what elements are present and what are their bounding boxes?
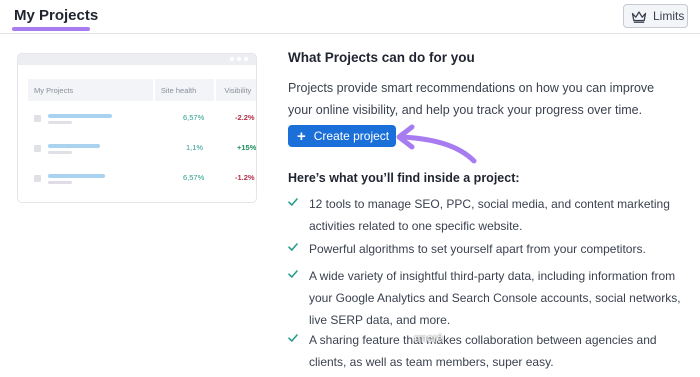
row-checkbox — [34, 175, 41, 182]
preview-table-header: My Projects Site health Visibility — [28, 79, 256, 101]
feature-item: Powerful algorithms to set yourself apar… — [288, 238, 688, 260]
create-project-label: Create project — [313, 129, 390, 143]
limits-button[interactable]: Limits — [623, 4, 688, 28]
watermark: rmoré — [414, 333, 443, 345]
header-bar: My Projects Limits — [0, 0, 700, 34]
column-header-visibility: Visibility — [216, 79, 256, 101]
project-domain-placeholder — [48, 181, 72, 184]
table-row: 6,57% -2.2% — [28, 110, 256, 130]
preview-window-bar — [18, 54, 256, 65]
table-row: 6,57% -1.2% — [28, 170, 256, 190]
project-domain-placeholder — [48, 151, 72, 154]
site-health-value: 1,1% — [186, 143, 204, 152]
project-name-placeholder — [48, 114, 112, 118]
create-project-button[interactable]: + Create project — [288, 125, 396, 147]
section-title: What Projects can do for you — [288, 50, 475, 65]
site-health-value: 6,57% — [183, 113, 205, 122]
column-header-site-health: Site health — [154, 79, 215, 101]
feature-text: A sharing feature that makes collaborati… — [309, 333, 657, 369]
visibility-value: -1.2% — [235, 173, 255, 182]
row-checkbox — [34, 115, 41, 122]
feature-text: A wide variety of insightful third-party… — [309, 269, 681, 327]
feature-item: 12 tools to manage SEO, PPC, social medi… — [288, 193, 688, 237]
plus-icon: + — [297, 127, 306, 145]
window-dots — [230, 57, 248, 61]
checkmark-icon — [288, 243, 298, 251]
annotation-arrow-icon — [396, 124, 477, 164]
visibility-value: -2.2% — [235, 113, 255, 122]
table-row: 1,1% +15% — [28, 140, 257, 160]
active-tab-underline — [12, 27, 90, 31]
page-title[interactable]: My Projects — [14, 7, 98, 24]
visibility-value: +15% — [237, 143, 257, 152]
checkmark-icon — [288, 270, 298, 278]
projects-preview-card: My Projects Site health Visibility 6,57%… — [17, 53, 257, 203]
feature-item: A sharing feature that makes collaborati… — [288, 329, 688, 373]
intro-text: Projects provide smart recommendations o… — [288, 81, 655, 117]
features-subheading: Here’s what you’ll find inside a project… — [288, 171, 520, 185]
feature-text: 12 tools to manage SEO, PPC, social medi… — [309, 197, 670, 233]
feature-text: Powerful algorithms to set yourself apar… — [309, 242, 646, 256]
limits-label: Limits — [653, 9, 685, 23]
feature-item: A wide variety of insightful third-party… — [288, 265, 688, 331]
projects-page: My Projects Limits My Projects Site heal… — [0, 0, 700, 377]
project-domain-placeholder — [48, 121, 72, 124]
project-name-placeholder — [48, 174, 105, 178]
crown-icon — [631, 10, 647, 23]
checkmark-icon — [288, 334, 298, 342]
row-checkbox — [34, 145, 41, 152]
checkmark-icon — [288, 198, 298, 206]
site-health-value: 6,57% — [183, 173, 205, 182]
project-name-placeholder — [48, 144, 100, 148]
column-header-projects: My Projects — [28, 79, 153, 101]
